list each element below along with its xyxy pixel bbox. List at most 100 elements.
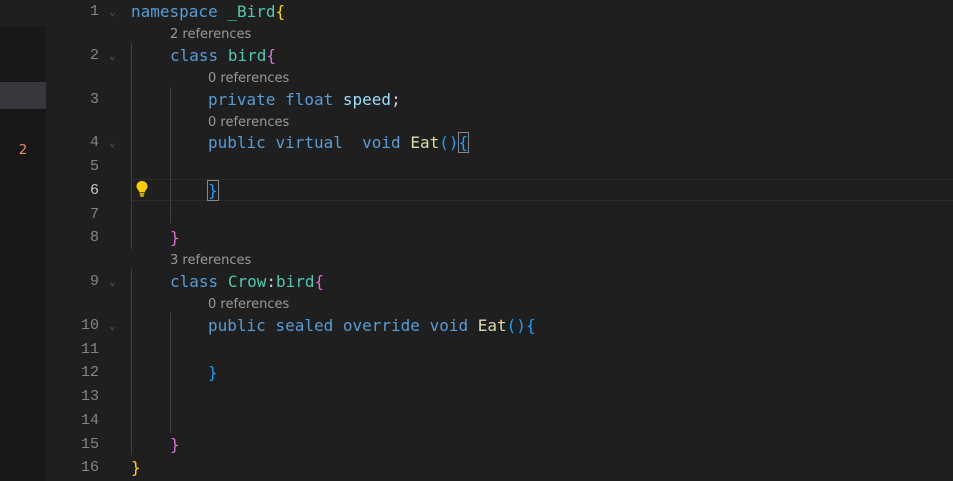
code-line[interactable]: 10 ⌄ public sealed override void Eat(){: [46, 315, 953, 337]
code-token: Eat: [410, 133, 440, 152]
lightbulb-icon[interactable]: [135, 180, 149, 198]
code-token: namespace: [131, 2, 218, 21]
code-text[interactable]: public virtual void Eat(){: [208, 132, 470, 154]
line-number: 11: [80, 341, 99, 358]
code-token: {: [266, 46, 276, 65]
code-token: Eat: [477, 316, 507, 335]
code-editor[interactable]: 1 ⌄ namespace _Bird{2 ⌄ class bird{2 referen…: [46, 0, 953, 481]
code-token: {: [314, 272, 325, 291]
codelens-references[interactable]: 2 references: [170, 26, 251, 44]
code-token: {: [457, 132, 470, 153]
line-number: 8: [89, 229, 99, 246]
code-token: bird: [275, 272, 315, 291]
code-line[interactable]: 2 ⌄ class bird{: [46, 45, 953, 67]
code-line[interactable]: 9 ⌄ class Crow:bird{: [46, 271, 953, 293]
code-token: float: [285, 90, 334, 109]
line-number: 7: [89, 206, 99, 223]
sidebar-row: [0, 0, 46, 26]
code-text[interactable]: namespace _Bird{: [131, 1, 285, 23]
code-line[interactable]: 13: [46, 386, 953, 408]
line-number: 10: [80, 317, 99, 334]
line-number: 14: [80, 412, 99, 429]
code-line[interactable]: 15}: [46, 434, 953, 456]
line-number: 4: [89, 134, 99, 151]
code-token: public: [208, 316, 266, 335]
codelens-references[interactable]: 0 references: [208, 114, 289, 132]
code-line[interactable]: 6}: [46, 180, 953, 202]
fold-chevron-icon[interactable]: ⌄: [109, 271, 116, 293]
code-token: virtual: [275, 133, 343, 152]
line-number: 16: [80, 459, 99, 476]
code-line[interactable]: 1 ⌄ namespace _Bird{: [46, 1, 953, 23]
fold-chevron-icon[interactable]: ⌄: [109, 132, 116, 154]
problem-count-badge: 2: [18, 143, 28, 158]
sidebar-selected-row[interactable]: [0, 82, 46, 109]
code-line[interactable]: 5: [46, 156, 953, 178]
fold-chevron-icon[interactable]: ⌄: [109, 45, 116, 67]
line-number: 13: [80, 388, 99, 405]
code-token: void: [429, 316, 469, 335]
code-token: {: [275, 2, 286, 21]
code-text[interactable]: }: [207, 180, 219, 202]
code-text[interactable]: public sealed override void Eat(){: [208, 315, 536, 337]
code-text[interactable]: }: [170, 227, 180, 249]
code-text[interactable]: class Crow:bird{: [170, 271, 324, 293]
code-line[interactable]: 16}: [46, 457, 953, 479]
code-line[interactable]: 4 ⌄ public virtual void Eat(){: [46, 132, 953, 154]
line-number: 6: [89, 182, 99, 199]
line-number: 9: [89, 273, 99, 290]
line-number: 15: [80, 436, 99, 453]
fold-chevron-icon[interactable]: ⌄: [109, 315, 116, 337]
code-text[interactable]: }: [131, 457, 141, 479]
code-line[interactable]: 14: [46, 410, 953, 432]
code-line[interactable]: 12}: [46, 362, 953, 384]
code-token: :: [266, 272, 276, 291]
code-token: bird: [227, 46, 267, 65]
code-line[interactable]: 7: [46, 204, 953, 226]
line-number: 12: [80, 364, 99, 381]
code-token: _Bird: [227, 2, 276, 21]
code-line[interactable]: 11: [46, 339, 953, 361]
code-token: }: [207, 180, 219, 201]
line-number: 5: [89, 158, 99, 175]
codelens-references[interactable]: 0 references: [208, 70, 289, 88]
code-token: override: [342, 316, 420, 335]
codelens-references[interactable]: 3 references: [170, 252, 251, 270]
code-token: }: [208, 363, 218, 382]
code-token: (: [506, 316, 517, 335]
code-token: speed: [342, 90, 392, 109]
codelens-references[interactable]: 0 references: [208, 296, 289, 314]
code-token: ): [516, 316, 526, 335]
line-number: 1: [89, 3, 99, 20]
code-token: }: [170, 228, 180, 247]
code-token: ): [448, 133, 459, 152]
code-text[interactable]: class bird{: [170, 45, 276, 67]
code-token: sealed: [275, 316, 334, 335]
code-token: void: [362, 133, 401, 152]
code-token: }: [170, 435, 180, 454]
code-token: class: [170, 46, 219, 65]
code-token: }: [131, 458, 141, 477]
line-number: 2: [89, 47, 99, 64]
code-line[interactable]: 3 private float speed;: [46, 89, 953, 111]
code-token: ;: [391, 90, 401, 109]
code-token: class: [170, 272, 219, 291]
code-line[interactable]: 8}: [46, 227, 953, 249]
code-text[interactable]: }: [170, 434, 180, 456]
code-text[interactable]: private float speed;: [208, 89, 401, 111]
code-token: Crow: [227, 272, 267, 291]
fold-chevron-icon[interactable]: ⌄: [109, 1, 116, 23]
code-token: public: [208, 133, 266, 152]
code-text[interactable]: }: [208, 362, 218, 384]
code-token: {: [525, 316, 536, 335]
